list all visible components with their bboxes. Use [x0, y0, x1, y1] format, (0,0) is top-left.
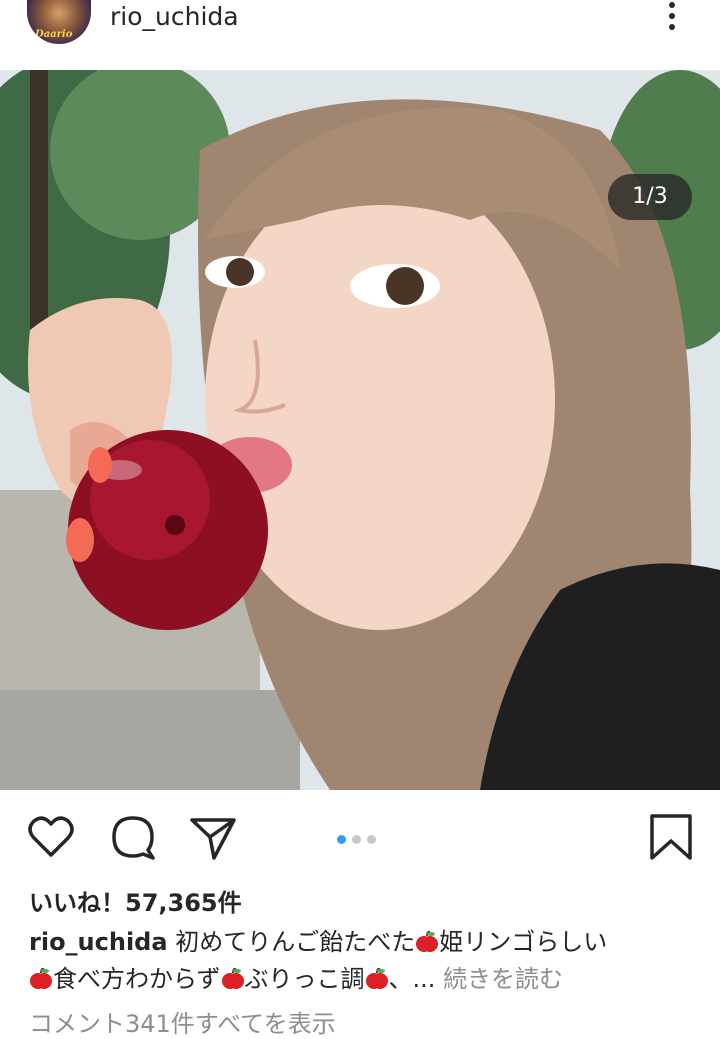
- caption-text-5: 、...: [388, 965, 436, 993]
- post-caption: rio_uchida 初めてりんご飴たべた 姫リンゴらしい 食べ方わからず ぶりっこ…: [29, 924, 699, 998]
- read-more-link[interactable]: 続きを読む: [443, 965, 563, 993]
- likes-count[interactable]: いいね！57,365件: [29, 883, 242, 918]
- avatar-label: Daario: [35, 29, 73, 40]
- avatar[interactable]: Daario: [27, 0, 91, 44]
- share-icon[interactable]: [188, 812, 238, 862]
- apple-emoji-icon: [221, 964, 245, 989]
- view-all-comments-link[interactable]: コメント341件すべてを表示: [29, 1004, 336, 1039]
- post-action-bar: [0, 792, 720, 878]
- post-header: Daario rio_uchida: [0, 0, 720, 70]
- caption-text-3: 食べ方わからず: [53, 965, 221, 993]
- apple-emoji-icon: [365, 964, 389, 989]
- more-vertical-icon[interactable]: [664, 2, 680, 36]
- post-image[interactable]: 1/3: [0, 70, 720, 790]
- bookmark-icon[interactable]: [646, 812, 696, 862]
- caption-username[interactable]: rio_uchida: [29, 928, 168, 956]
- carousel-dot: [367, 835, 376, 844]
- heart-icon[interactable]: [26, 812, 76, 862]
- post-photo-illustration: [0, 70, 720, 790]
- apple-emoji-icon: [29, 964, 53, 989]
- image-counter-badge: 1/3: [608, 174, 692, 220]
- carousel-dot-active: [337, 835, 346, 844]
- carousel-dot: [352, 835, 361, 844]
- comment-icon[interactable]: [108, 812, 158, 862]
- caption-text-2: 姫リンゴらしい: [439, 928, 608, 956]
- caption-text-1: 初めてりんご飴たべた: [175, 928, 416, 956]
- apple-emoji-icon: [415, 927, 439, 952]
- post-username[interactable]: rio_uchida: [110, 2, 239, 31]
- caption-text-4: ぶりっこ調: [244, 965, 365, 993]
- carousel-indicator: [337, 829, 382, 844]
